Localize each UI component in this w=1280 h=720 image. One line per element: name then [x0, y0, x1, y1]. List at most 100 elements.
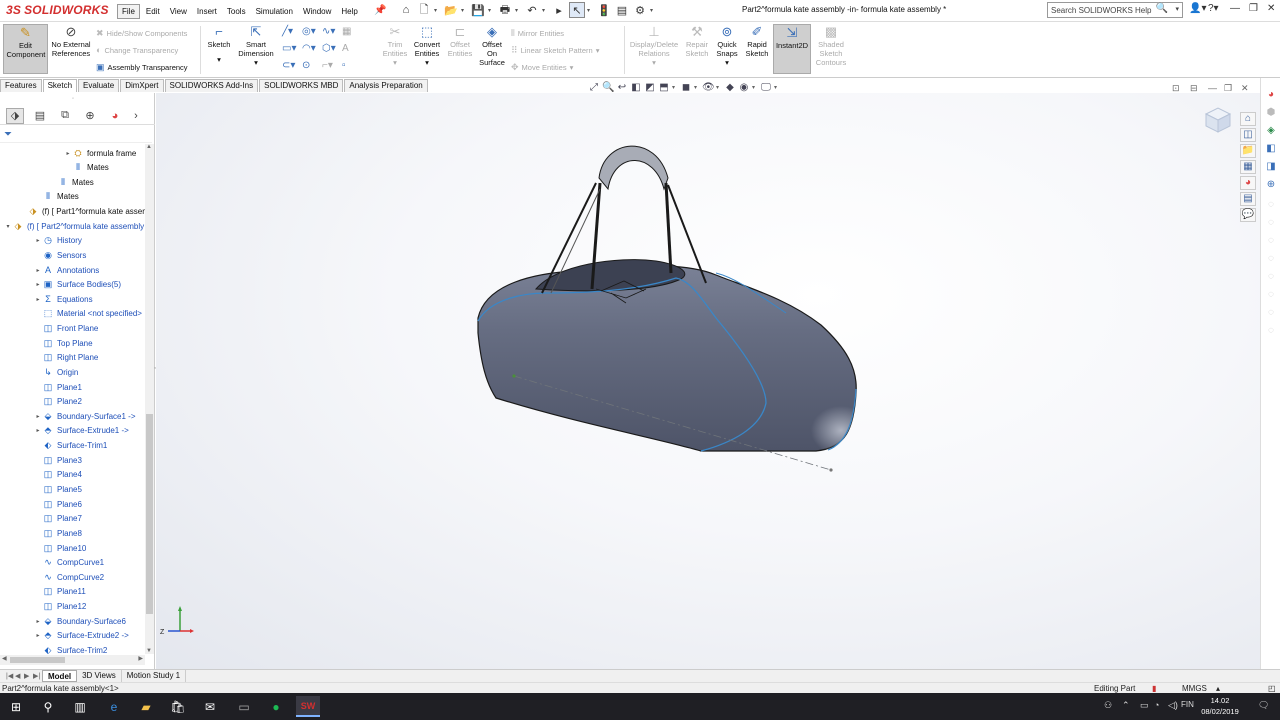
property-manager-tab-icon[interactable]: ▤ [31, 108, 49, 124]
menu-help[interactable]: Help [337, 5, 361, 18]
hide-show-components-button[interactable]: ✖ Hide/Show Components [96, 28, 187, 39]
pattern-dropdown-icon[interactable]: ▾ [596, 46, 600, 55]
scroll-right-icon[interactable]: ▶ [138, 655, 143, 662]
scroll-left-icon[interactable]: ◀ [2, 655, 7, 662]
display-delete-relations-button[interactable]: ⊥ Display/Delete Relations ▾ [628, 24, 680, 67]
pane-tool-1-icon[interactable]: ◌ [1264, 198, 1278, 212]
menu-window[interactable]: Window [299, 5, 335, 18]
tree-vertical-scrollbar[interactable]: ▲ ▼ [145, 144, 154, 654]
windows-start-icon[interactable]: ⊞ [4, 696, 28, 717]
user-icon[interactable]: 👤▾ [1189, 3, 1206, 14]
close-icon[interactable]: ✕ [1267, 3, 1275, 14]
scroll-down-icon[interactable]: ▼ [146, 648, 152, 654]
tree-filter-row[interactable]: ⏷ [0, 127, 152, 143]
hide-show-items-icon[interactable]: 👁 [702, 82, 715, 93]
tree-node[interactable]: ◫ Plane3 [34, 453, 82, 467]
tree-node[interactable]: ◫ Plane5 [34, 482, 82, 496]
select-arrow-icon[interactable]: ↖ [569, 2, 585, 18]
car-body-model[interactable] [156, 93, 1260, 669]
redo-icon[interactable]: ▸ [551, 2, 567, 18]
repair-sketch-button[interactable]: ⚒ Repair Sketch [683, 24, 711, 58]
slot-icon[interactable]: ⊂▾ [282, 60, 302, 71]
rebuild-status-icon[interactable]: ▮ [1152, 684, 1156, 693]
view-forum-icon[interactable]: 💬 [1240, 208, 1256, 222]
tree-node[interactable]: ◫ Plane11 [34, 585, 86, 599]
offset-on-surface-button[interactable]: ◈ Offset On Surface [477, 24, 507, 67]
spotify-icon[interactable]: ● [264, 696, 288, 717]
menu-insert[interactable]: Insert [193, 5, 221, 18]
convert-entities-button[interactable]: ⬚ Convert Entities ▾ [411, 24, 443, 67]
solidworks-taskbar-icon[interactable]: SW [296, 696, 320, 717]
file-explorer-icon[interactable]: ▰ [134, 696, 158, 717]
edit-appearance-icon[interactable]: ◆ [724, 82, 736, 93]
tab-sketch[interactable]: Sketch [42, 79, 78, 92]
edit-component-button[interactable]: ✎ Edit Component [3, 24, 48, 74]
search-help-input[interactable]: Search SOLIDWORKS Help 🔍 ▾ [1047, 2, 1183, 18]
save-dropdown-icon[interactable]: ▾ [488, 7, 495, 14]
zoom-to-area-icon[interactable]: 🔍 [602, 82, 614, 93]
status-units[interactable]: MMGS [1182, 684, 1207, 693]
view-3d-box-icon[interactable]: ◫ [1240, 128, 1256, 142]
file-explorer-icon[interactable]: ◈ [1264, 124, 1278, 138]
view-properties-icon[interactable]: ▤ [1240, 192, 1256, 206]
tree-expand-icon[interactable]: ▸ [34, 427, 42, 434]
view-palette-pane-icon[interactable]: ◧ [1264, 142, 1278, 156]
tree-node[interactable]: ▸ ⬘ Surface-Extrude2 -> [34, 629, 128, 643]
edge-browser-icon[interactable]: e [102, 696, 126, 717]
tree-expand-icon[interactable]: ▸ [34, 413, 42, 420]
action-center-icon[interactable]: 🗨 [1258, 700, 1269, 711]
viewport-minimize-icon[interactable]: — [1208, 83, 1217, 93]
open-dropdown-icon[interactable]: ▾ [461, 7, 468, 14]
trim-dropdown-icon[interactable]: ▾ [393, 58, 397, 67]
tree-node[interactable]: ▸ ⛭ formula frame [64, 146, 136, 160]
tree-node[interactable]: ⫴ Mates [49, 175, 94, 189]
polygon-icon[interactable]: ⬡▾ [322, 43, 342, 54]
battery-icon[interactable]: ▭ [1140, 700, 1149, 711]
panel-grip[interactable]: ◦ [72, 96, 74, 102]
menu-tools[interactable]: Tools [223, 5, 250, 18]
next-tab-icon[interactable]: ▶ [24, 672, 33, 680]
tab-3d-views[interactable]: 3D Views [77, 670, 122, 682]
open-folder-icon[interactable]: 📂 [443, 2, 459, 18]
trim-entities-button[interactable]: ✂ Trim Entities ▾ [381, 24, 409, 67]
line-icon[interactable]: ╱▾ [282, 26, 302, 37]
people-icon[interactable]: ⚇ [1104, 700, 1112, 711]
search-dropdown-icon[interactable]: ▾ [1175, 5, 1179, 13]
tree-expand-icon[interactable]: ▾ [4, 223, 12, 230]
tree-node[interactable]: ◫ Plane2 [34, 395, 82, 409]
tree-node[interactable]: ◫ Plane10 [34, 541, 87, 555]
tree-node[interactable]: ▸ Σ Equations [34, 292, 92, 306]
move-entities-button[interactable]: ✥ Move Entities ▾ [511, 62, 573, 73]
smart-dimension-dropdown-icon[interactable]: ▾ [254, 58, 258, 67]
view-palette-icon[interactable]: ▦ [1240, 160, 1256, 174]
pane-tool-5-icon[interactable]: ◌ [1264, 270, 1278, 284]
tree-node[interactable]: ∿ CompCurve1 [34, 556, 104, 570]
new-dropdown-icon[interactable]: ▾ [434, 7, 441, 14]
quick-snaps-button[interactable]: ⊚ Quick Snaps ▾ [714, 24, 740, 67]
tree-node[interactable]: ◫ Plane6 [34, 497, 82, 511]
graphics-area[interactable]: Z [156, 93, 1260, 669]
view-orientation-icon[interactable]: ⬒ [658, 82, 670, 93]
restore-icon[interactable]: ❐ [1249, 3, 1258, 14]
select-dropdown-icon[interactable]: ▾ [587, 7, 594, 14]
centerline-icon[interactable]: ⌐▾ [322, 60, 342, 71]
custom-properties-pane-icon[interactable]: ⊕ [1264, 178, 1278, 192]
tree-node[interactable]: ⫴ Mates [64, 161, 109, 175]
file-properties-icon[interactable]: ▤ [614, 2, 630, 18]
tree-node[interactable]: ◫ Front Plane [34, 322, 99, 336]
tree-expand-icon[interactable]: ▸ [34, 267, 42, 274]
offset-entities-button[interactable]: ⊏ Offset Entities [445, 24, 475, 58]
pane-tool-2-icon[interactable]: ◌ [1264, 216, 1278, 230]
tree-expand-icon[interactable]: ▸ [64, 150, 72, 157]
pane-tool-3-icon[interactable]: ◌ [1264, 234, 1278, 248]
display-style-icon[interactable]: ◼ [680, 82, 692, 93]
tree-node[interactable]: ∿ CompCurve2 [34, 570, 104, 584]
tree-expand-icon[interactable]: ▸ [34, 237, 42, 244]
feature-manager-tab-icon[interactable]: ⬗ [6, 107, 24, 124]
scene-dropdown-icon[interactable]: ▾ [752, 84, 758, 91]
design-library-icon[interactable]: ⬢ [1264, 106, 1278, 120]
help-icon[interactable]: ?▾ [1208, 3, 1219, 14]
rectangle-icon[interactable]: ▭▾ [282, 43, 302, 54]
print-dropdown-icon[interactable]: ▾ [515, 7, 522, 14]
tree-node[interactable]: ◉ Sensors [34, 248, 86, 262]
